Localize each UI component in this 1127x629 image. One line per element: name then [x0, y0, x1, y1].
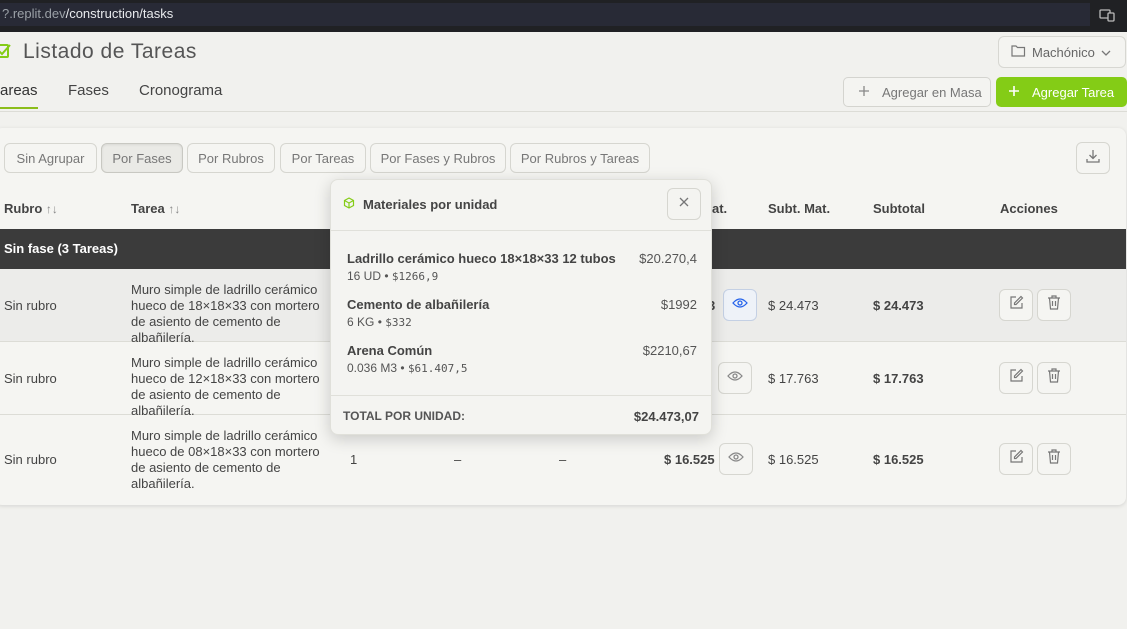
materials-popover: Materiales por unidad Ladrillo cerámico …	[330, 179, 712, 435]
cell-subt-mat: $ 16.525	[768, 452, 819, 467]
devices-icon[interactable]	[1099, 7, 1115, 28]
delete-button[interactable]	[1037, 362, 1071, 394]
material-item: Ladrillo cerámico hueco 18×18×33 12 tubo…	[347, 251, 697, 283]
page-title: Listado de Tareas	[23, 40, 197, 63]
header-tarea[interactable]: Tarea ↑↓	[131, 201, 180, 216]
cell-mat: $ 16.525	[664, 452, 715, 467]
edit-button[interactable]	[999, 443, 1033, 475]
view-materials-button[interactable]	[723, 289, 757, 321]
plus-icon	[858, 85, 870, 100]
cell-tarea: Muro simple de ladrillo cerámico hueco d…	[131, 428, 320, 491]
group-por-fases-y-rubros[interactable]: Por Fases y Rubros	[370, 143, 506, 173]
cell-subt-mat: $ 24.473	[768, 298, 819, 313]
material-price: $1992	[660, 297, 697, 312]
material-item: Cemento de albañilería $1992 6 KG • $332	[347, 297, 697, 329]
cell-c2: –	[559, 452, 567, 467]
edit-button[interactable]	[999, 289, 1033, 321]
cell-tarea: Muro simple de ladrillo cerámico hueco d…	[131, 282, 320, 345]
cell-tarea: Muro simple de ladrillo cerámico hueco d…	[131, 355, 320, 418]
url-path: /construction/tasks	[65, 6, 174, 21]
close-button[interactable]	[667, 188, 701, 220]
plus-icon	[1008, 85, 1020, 100]
material-qty: 6 KG • $332	[347, 315, 412, 329]
material-item: Arena Común $2210,67 0.036 M3 • $61.407,…	[347, 343, 697, 375]
cell-subtotal: $ 16.525	[873, 452, 924, 467]
url-host: ?.replit.dev	[2, 6, 66, 21]
cell-rubro: Sin rubro	[4, 371, 57, 386]
add-task-label: Agregar Tarea	[1032, 84, 1115, 100]
close-icon	[678, 195, 690, 213]
header-rubro[interactable]: Rubro ↑↓	[4, 201, 58, 216]
edit-icon	[1009, 449, 1024, 469]
address-bar[interactable]: ?.replit.dev/construction/tasks	[0, 3, 1090, 26]
trash-icon	[1047, 449, 1061, 469]
package-icon	[343, 197, 355, 212]
cell-rubro: Sin rubro	[4, 452, 57, 467]
eye-icon	[732, 296, 748, 314]
material-price: $2210,67	[642, 343, 697, 358]
divider	[331, 395, 711, 396]
delete-button[interactable]	[1037, 443, 1071, 475]
header-subtotal: Subtotal	[873, 201, 925, 216]
add-task-button[interactable]: Agregar Tarea	[996, 77, 1127, 107]
group-por-tareas[interactable]: Por Tareas	[280, 143, 366, 173]
cell-subtotal: $ 17.763	[873, 371, 924, 386]
cell-subtotal: $ 24.473	[873, 298, 924, 313]
cell-rubro: Sin rubro	[4, 298, 57, 313]
view-materials-button[interactable]	[719, 443, 753, 475]
group-por-rubros-y-tareas[interactable]: Por Rubros y Tareas	[510, 143, 650, 173]
checkbox-title-icon	[0, 42, 12, 65]
tab-fases[interactable]: Fases	[68, 82, 109, 99]
divider	[331, 230, 711, 231]
popover-title: Materiales por unidad	[363, 197, 498, 212]
header-subt-mat: Subt. Mat.	[768, 201, 831, 216]
trash-icon	[1047, 368, 1061, 388]
header-acciones: Acciones	[1000, 201, 1058, 216]
material-qty: 0.036 M3 • $61.407,5	[347, 361, 468, 375]
sort-icon: ↑↓	[45, 202, 58, 216]
header-mat: at.	[712, 201, 728, 216]
view-materials-button[interactable]	[718, 362, 752, 394]
group-por-fases[interactable]: Por Fases	[101, 143, 183, 173]
chevron-down-icon	[1101, 45, 1111, 60]
edit-button[interactable]	[999, 362, 1033, 394]
group-sin-agrupar[interactable]: Sin Agrupar	[4, 143, 97, 173]
sort-icon: ↑↓	[168, 202, 181, 216]
material-name: Cemento de albañilería	[347, 297, 490, 312]
company-name: Machónico	[1032, 44, 1095, 60]
mass-add-label: Agregar en Masa	[882, 84, 982, 100]
folder-icon	[1011, 44, 1026, 60]
download-icon	[1085, 148, 1101, 169]
tab-tareas[interactable]: areas	[0, 82, 38, 109]
material-price: $20.270,4	[639, 251, 697, 266]
tab-cronograma[interactable]: Cronograma	[139, 82, 222, 99]
download-button[interactable]	[1076, 142, 1110, 174]
mass-add-button[interactable]: Agregar en Masa	[843, 77, 991, 107]
popover-header: Materiales por unidad	[343, 197, 497, 212]
browser-bar: ?.replit.dev/construction/tasks	[0, 0, 1127, 32]
trash-icon	[1047, 295, 1061, 315]
eye-icon	[728, 450, 744, 468]
total-value: $24.473,07	[633, 409, 699, 424]
edit-icon	[1009, 295, 1024, 315]
cell-subt-mat: $ 17.763	[768, 371, 819, 386]
total-label: TOTAL POR UNIDAD:	[343, 409, 465, 423]
phase-label: Sin fase (3 Tareas)	[4, 241, 118, 256]
edit-icon	[1009, 368, 1024, 388]
material-qty: 16 UD • $1266,9	[347, 269, 439, 283]
cell-qty: 1	[350, 452, 358, 467]
company-selector[interactable]: Machónico	[998, 36, 1126, 68]
group-por-rubros[interactable]: Por Rubros	[187, 143, 275, 173]
cell-c1: –	[454, 452, 462, 467]
eye-icon	[727, 369, 743, 387]
delete-button[interactable]	[1037, 289, 1071, 321]
